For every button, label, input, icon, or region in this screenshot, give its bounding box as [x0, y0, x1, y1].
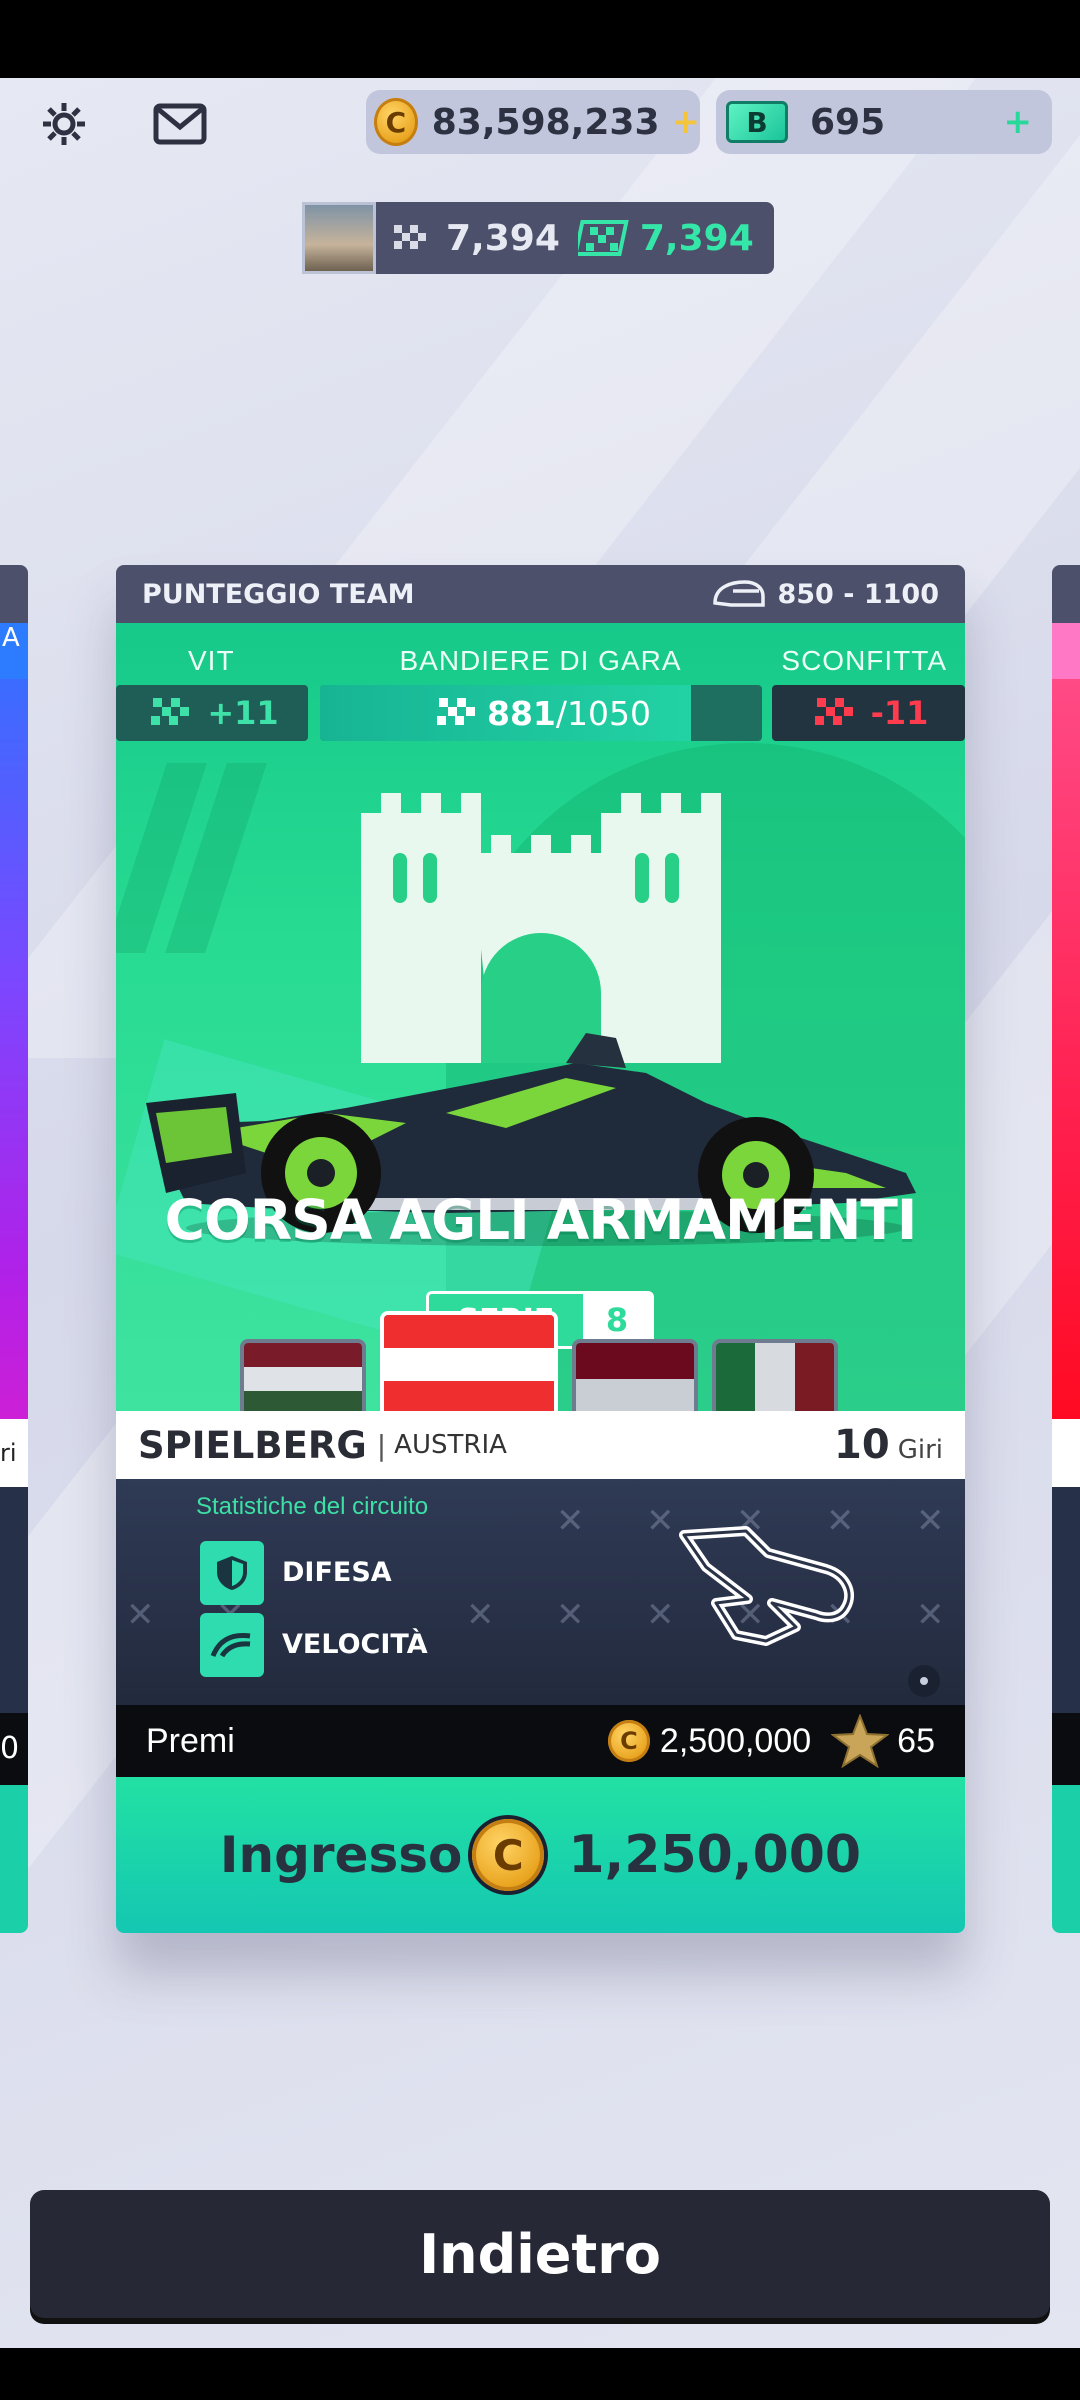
checkered-flag-icon: [151, 698, 190, 725]
back-button[interactable]: Indietro: [30, 2190, 1050, 2318]
hungary-flag: [240, 1339, 366, 1411]
defense-icon: [200, 1541, 264, 1605]
bucks-amount: 695: [810, 101, 886, 143]
event-title: CORSA AGLI ARMAMENTI: [164, 1188, 918, 1252]
italy-flag: [712, 1339, 838, 1411]
austria-flag: [380, 1311, 558, 1411]
avatar: [302, 202, 376, 274]
flags-before: 7,394: [446, 217, 560, 259]
stat-speed: VELOCITÀ: [282, 1629, 428, 1660]
race-flags-total: /1050: [555, 693, 651, 733]
loss-label: SCONFITTA: [781, 645, 947, 676]
track-name: SPIELBERG: [138, 1423, 367, 1467]
info-dot-icon[interactable]: [908, 1665, 940, 1697]
navigation-bar: [0, 2348, 1080, 2400]
mail-button[interactable]: [150, 96, 210, 152]
bucks-icon: B: [726, 101, 788, 143]
card-header: PUNTEGGIO TEAM 850 - 1100: [116, 565, 965, 623]
checkered-flag-icon: [814, 698, 853, 725]
track-separator: |: [376, 1428, 387, 1462]
coins-balance[interactable]: C 83,598,233 +: [366, 90, 700, 154]
team-score-range: 850 - 1100: [777, 578, 939, 610]
helmet-icon: [713, 580, 766, 607]
entry-button[interactable]: Ingresso C 1,250,000: [116, 1777, 965, 1933]
speed-icon: [200, 1613, 264, 1677]
event-hero: VIT BANDIERE DI GARA SCONFITTA +11 881 /…: [116, 623, 965, 1411]
add-coins-icon[interactable]: +: [672, 102, 701, 142]
envelope-icon: [153, 103, 207, 145]
previous-event-card[interactable]: A ri 0: [0, 565, 28, 1933]
laps-value: 10: [834, 1422, 890, 1468]
team-score-label: PUNTEGGIO TEAM: [142, 578, 415, 610]
loss-points: -11: [772, 685, 965, 741]
track-country: AUSTRIA: [394, 1430, 507, 1460]
circuit-stats-title: Statistiche del circuito: [196, 1493, 429, 1520]
event-card[interactable]: PUNTEGGIO TEAM 850 - 1100 VIT BANDIERE D…: [116, 565, 965, 1933]
coin-icon: C: [607, 1720, 650, 1762]
settings-button[interactable]: [30, 96, 98, 152]
prize-stars: 65: [897, 1721, 935, 1760]
win-points: +11: [116, 685, 308, 741]
checkered-flag-icon: [437, 698, 475, 725]
laps-label: Giri: [897, 1435, 943, 1465]
player-rating-bar[interactable]: 7,394 7,394: [302, 202, 774, 274]
prizes-label: Premi: [146, 1721, 235, 1760]
track-info-row: SPIELBERG | AUSTRIA 10 Giri: [116, 1411, 965, 1479]
race-flags-progress: 881 /1050: [320, 685, 762, 741]
entry-cost: 1,250,000: [568, 1825, 862, 1885]
prizes-row: Premi C 2,500,000 65: [116, 1705, 965, 1777]
checkered-flag-icon: [394, 225, 426, 249]
coins-amount: 83,598,233: [431, 101, 660, 143]
checkered-flag-icon: [577, 220, 629, 256]
monaco-flag: [572, 1339, 698, 1411]
circuit-stats-panel: ✕✕✕✕✕ ✕✕✕✕✕✕✕✕ Statistiche del circuito …: [116, 1479, 965, 1705]
flags-after: 7,394: [639, 217, 754, 259]
coin-icon: C: [374, 98, 418, 146]
gear-icon: [43, 103, 85, 145]
circuit-map-icon: [679, 1526, 855, 1646]
prize-coins: 2,500,000: [659, 1721, 812, 1760]
stat-defense: DIFESA: [282, 1557, 392, 1588]
bucks-balance[interactable]: B 695 +: [716, 90, 1052, 154]
next-event-card[interactable]: [1052, 565, 1080, 1933]
race-flags-current: 881: [487, 693, 556, 733]
coin-icon: C: [472, 1819, 545, 1891]
entry-label: Ingresso: [219, 1826, 463, 1884]
add-bucks-icon[interactable]: +: [1004, 102, 1033, 142]
status-bar: [0, 0, 1080, 78]
star-icon: [831, 1714, 890, 1768]
